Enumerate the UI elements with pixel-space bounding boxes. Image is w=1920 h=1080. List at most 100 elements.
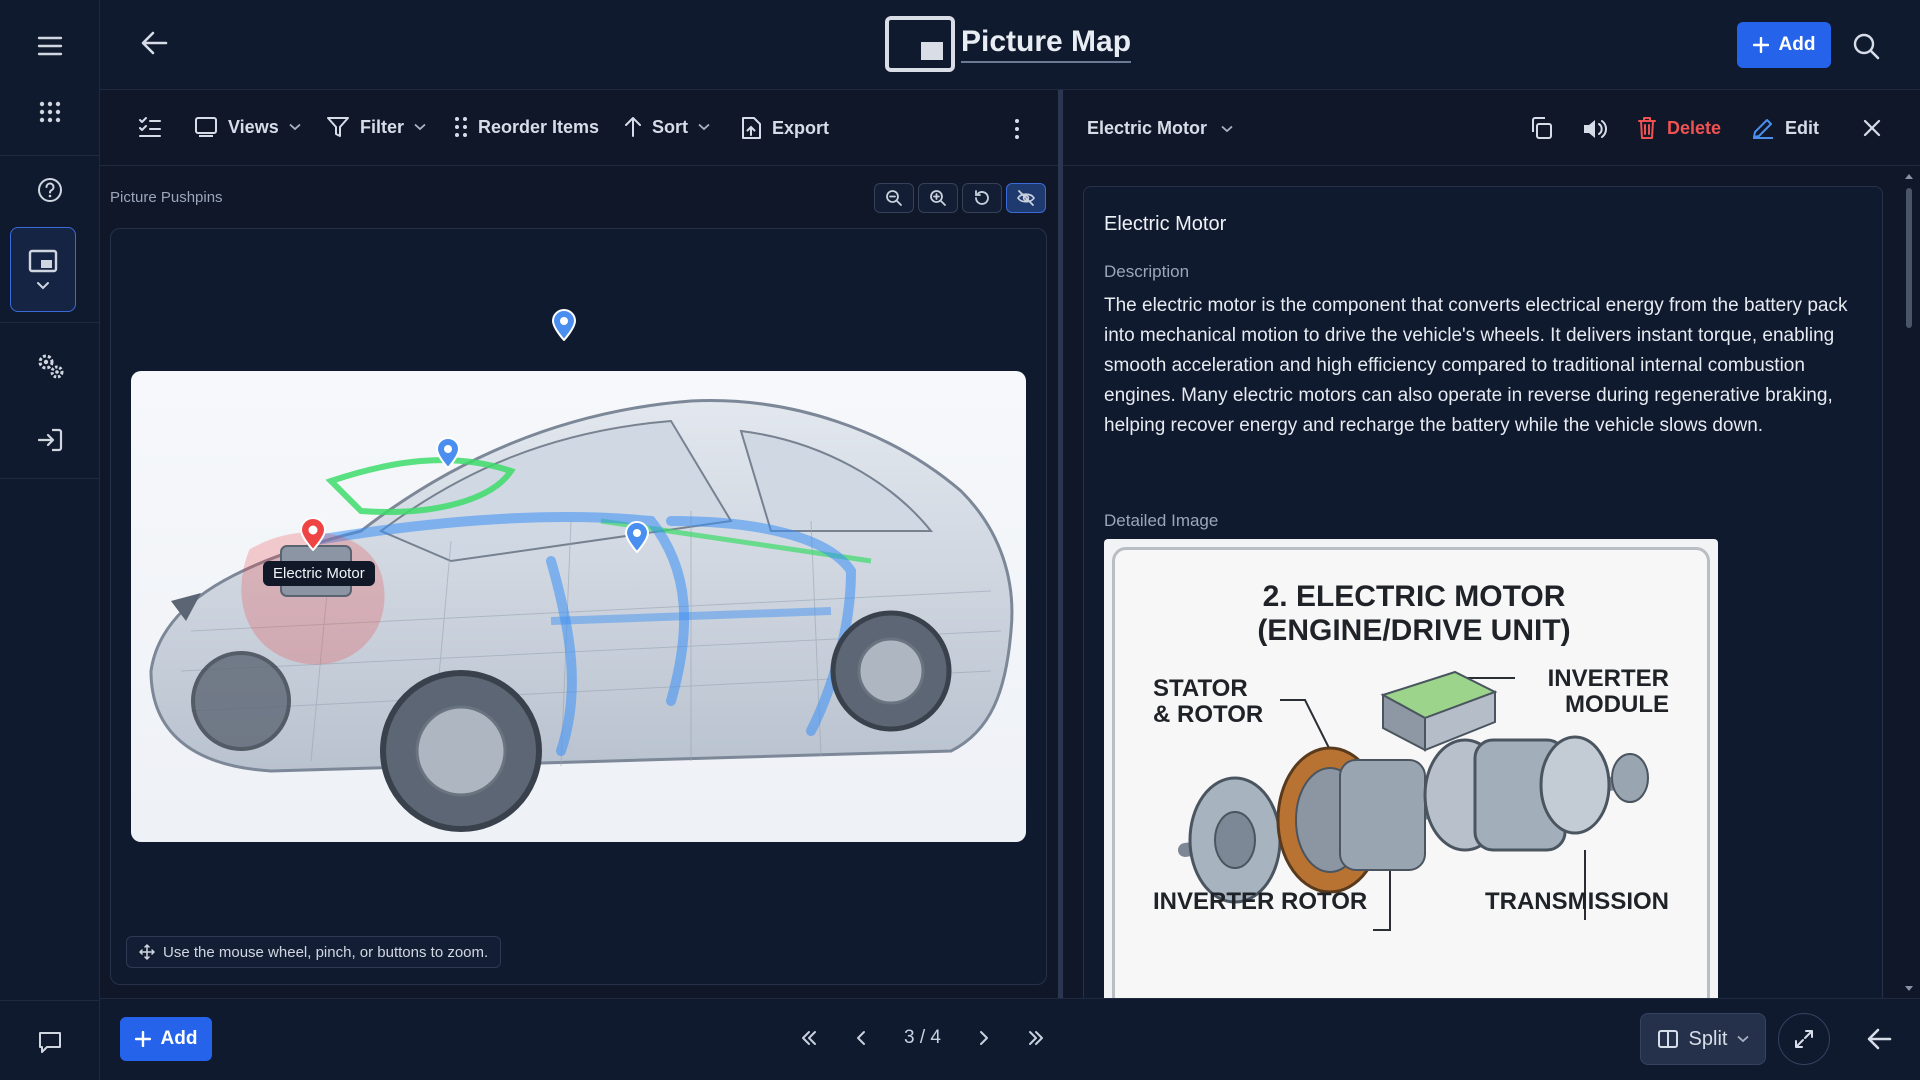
map-pin-electric-motor-active[interactable]	[299, 517, 327, 551]
eye-off-icon	[1017, 190, 1035, 206]
detail-toolbar: Electric Motor Delete Edit	[1063, 90, 1920, 166]
app-header: Picture Map Add	[100, 0, 1920, 90]
car-xray-image	[131, 371, 1026, 842]
map-pin-frame[interactable]	[624, 521, 650, 553]
zoom-out-button[interactable]	[874, 183, 914, 213]
pin-icon	[435, 437, 461, 469]
header-add-button[interactable]: Add	[1737, 22, 1831, 68]
detail-panel: Electric Motor Description The electric …	[1063, 166, 1920, 1006]
picture-pushpins-label: Picture Pushpins	[110, 189, 223, 206]
settings-gears-icon[interactable]	[14, 334, 86, 398]
split-label: Split	[1688, 1027, 1728, 1050]
header-add-label: Add	[1778, 34, 1816, 55]
search-icon[interactable]	[1852, 32, 1880, 60]
pagination: 3 / 4	[800, 1027, 1045, 1049]
filter-dropdown[interactable]: Filter	[326, 116, 426, 138]
filter-label: Filter	[360, 116, 405, 137]
edit-button[interactable]: Edit	[1751, 116, 1819, 140]
pencil-icon	[1753, 119, 1773, 139]
label-inverter-rotor: INVERTER ROTOR	[1153, 888, 1368, 915]
sign-in-icon[interactable]	[14, 408, 86, 472]
sort-dropdown[interactable]: Sort	[624, 116, 710, 138]
car-illustration	[149, 399, 1014, 832]
move-icon	[139, 944, 155, 960]
export-button[interactable]: Export	[740, 116, 829, 140]
detailed-image: 2. ELECTRIC MOTOR (ENGINE/DRIVE UNIT) ST…	[1104, 539, 1718, 1005]
page-indicator: 3 / 4	[904, 1027, 941, 1048]
footer-add-button[interactable]: Add	[120, 1017, 212, 1061]
app: Picture Map Add Views Filter Reorder Ite…	[0, 0, 1920, 1080]
item-selector-dropdown[interactable]: Electric Motor	[1087, 118, 1233, 139]
chevron-down-icon	[414, 123, 426, 131]
picture-map-view-button[interactable]	[10, 227, 76, 312]
rail-divider	[0, 155, 100, 156]
rotate-ccw-icon	[975, 190, 989, 205]
rail-divider	[0, 322, 100, 323]
reset-zoom-button[interactable]	[962, 183, 1002, 213]
zoom-hint: Use the mouse wheel, pinch, or buttons t…	[126, 936, 502, 968]
label-transmission: TRANSMISSION	[1484, 888, 1669, 915]
motor-diagram: 2. ELECTRIC MOTOR (ENGINE/DRIVE UNIT) ST…	[1112, 547, 1710, 1005]
close-icon[interactable]	[1863, 119, 1881, 137]
toggle-pins-visibility-button[interactable]	[1006, 183, 1046, 213]
motor-illustration	[1178, 670, 1649, 931]
rail-divider	[0, 478, 100, 479]
description-text: The electric motor is the component that…	[1104, 295, 1848, 436]
split-view-dropdown[interactable]: Split	[1640, 1013, 1766, 1065]
plus-icon	[1752, 37, 1769, 53]
first-page-icon[interactable]	[800, 1030, 818, 1046]
pin-icon	[299, 517, 327, 551]
chevron-down-icon	[1221, 125, 1233, 132]
filter-icon	[327, 117, 349, 137]
reorder-items-button[interactable]: Reorder Items	[454, 116, 599, 138]
last-page-icon[interactable]	[1027, 1030, 1045, 1046]
detail-card: Electric Motor Description The electric …	[1083, 186, 1883, 1006]
picture-map-logo-icon	[885, 16, 955, 72]
back-arrow-icon[interactable]	[140, 30, 168, 56]
chat-icon[interactable]	[14, 1010, 86, 1074]
map-canvas[interactable]: Electric Motor	[110, 228, 1047, 985]
page-title: Picture Map	[961, 25, 1132, 63]
map-toolbar: Views Filter Reorder Items Sort Export	[100, 90, 1060, 166]
apps-grid-icon[interactable]	[14, 80, 86, 144]
duplicate-icon[interactable]	[1529, 116, 1553, 140]
menu-icon[interactable]	[14, 14, 86, 78]
views-dropdown[interactable]: Views	[194, 116, 301, 138]
detail-scrollbar[interactable]	[1903, 172, 1915, 996]
drag-handle-icon	[455, 117, 467, 137]
page-title-group: Picture Map	[885, 16, 1132, 72]
pin-icon	[624, 521, 650, 553]
zoom-hint-text: Use the mouse wheel, pinch, or buttons t…	[163, 943, 489, 961]
chevron-down-icon	[698, 123, 710, 131]
map-pin-battery[interactable]	[435, 437, 461, 469]
chevron-down-icon	[37, 282, 49, 290]
zoom-in-button[interactable]	[918, 183, 958, 213]
sort-label: Sort	[652, 116, 688, 137]
map-pin-top[interactable]	[551, 309, 577, 341]
help-icon[interactable]	[14, 158, 86, 222]
trash-icon	[1638, 117, 1656, 139]
more-vertical-icon[interactable]	[1014, 118, 1020, 140]
detailed-image-label: Detailed Image	[1104, 511, 1219, 530]
split-view-icon	[1657, 1030, 1678, 1048]
delete-button[interactable]: Delete	[1637, 116, 1721, 140]
rail-divider	[0, 1000, 100, 1001]
chevron-down-icon	[289, 123, 301, 131]
selected-item-label: Electric Motor	[1087, 118, 1208, 138]
checklist-icon[interactable]	[138, 116, 162, 138]
picture-map-icon	[28, 249, 58, 273]
delete-label: Delete	[1667, 117, 1722, 138]
zoom-out-icon	[886, 190, 902, 206]
footer-add-label: Add	[160, 1028, 198, 1049]
speaker-icon[interactable]	[1581, 117, 1609, 141]
prev-page-icon[interactable]	[856, 1030, 866, 1046]
picture-map-panel: Picture Pushpins Electric Motor Use the …	[100, 166, 1058, 998]
expand-icon[interactable]	[1778, 1013, 1830, 1065]
views-label: Views	[228, 116, 279, 137]
next-page-icon[interactable]	[979, 1030, 989, 1046]
export-label: Export	[772, 117, 830, 138]
zoom-in-icon	[930, 190, 946, 206]
collapse-back-arrow-icon[interactable]	[1866, 1027, 1892, 1051]
app-footer: Add 3 / 4 Split	[100, 998, 1920, 1080]
views-icon	[195, 117, 217, 137]
